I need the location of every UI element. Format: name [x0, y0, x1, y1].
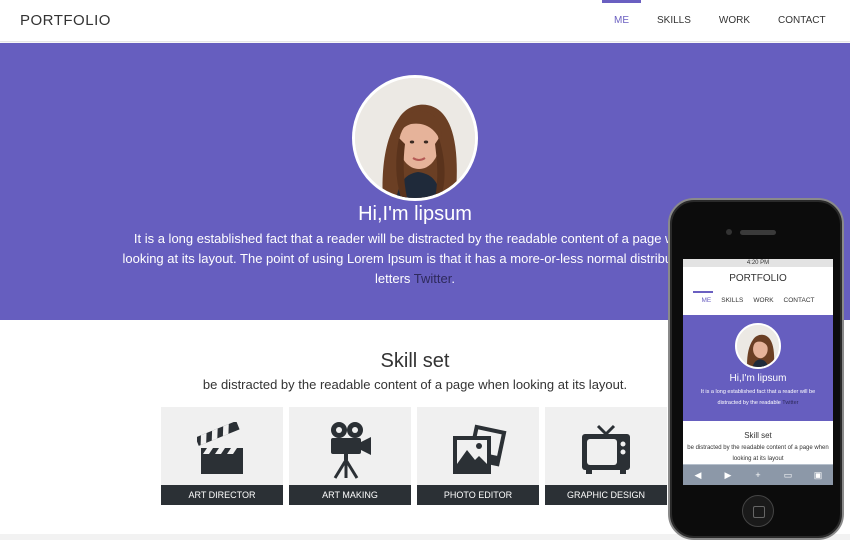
twitter-link[interactable]: Twitter [414, 271, 452, 286]
clapperboard-icon [161, 415, 283, 485]
mobile-nav-contact[interactable]: CONTACT [779, 297, 820, 304]
mobile-header: PORTFOLIO ME SKILLS WORK CONTACT [683, 267, 833, 315]
tile-caption: GRAPHIC DESIGN [545, 485, 667, 505]
mobile-skill-title: Skill set [744, 431, 772, 440]
nav-item-work[interactable]: WORK [705, 0, 764, 42]
tile-caption: ART DIRECTOR [161, 485, 283, 505]
back-icon[interactable]: ◀ [689, 470, 707, 481]
home-button[interactable] [742, 495, 774, 527]
mobile-hero-intro: It is a long established fact that a rea… [689, 387, 827, 409]
photos-icon [417, 415, 539, 485]
status-bar-time: 4:20 PM [683, 259, 833, 267]
bookmarks-icon[interactable]: ▭ [779, 470, 797, 481]
mobile-nav-me[interactable]: ME [697, 297, 717, 304]
mobile-twitter-link[interactable]: Twitter [782, 400, 798, 406]
mobile-hero-title: Hi,I'm lipsum [729, 373, 787, 384]
mobile-profile-photo [735, 323, 781, 369]
phone-mockup: 4:20 PM PORTFOLIO ME SKILLS WORK CONTACT [668, 198, 844, 540]
mobile-active-indicator [693, 291, 713, 293]
nav-item-skills[interactable]: SKILLS [643, 0, 705, 42]
mobile-hero: Hi,I'm lipsum It is a long established f… [683, 315, 833, 421]
mobile-skill-subtitle: be distracted by the readable content of… [687, 445, 829, 462]
skill-tile-art-director[interactable]: ART DIRECTOR [161, 407, 283, 505]
hero-text-end: . [451, 271, 455, 286]
nav-item-contact[interactable]: CONTACT [764, 0, 840, 42]
skill-tile-graphic-design[interactable]: GRAPHIC DESIGN [545, 407, 667, 505]
tile-caption: PHOTO EDITOR [417, 485, 539, 505]
speaker-icon [740, 230, 776, 235]
skill-tile-art-making[interactable]: ART MAKING [289, 407, 411, 505]
nav-item-me[interactable]: ME [600, 0, 643, 42]
television-icon [545, 415, 667, 485]
mobile-logo[interactable]: PORTFOLIO [683, 273, 833, 284]
tile-caption: ART MAKING [289, 485, 411, 505]
mobile-nav-work[interactable]: WORK [748, 297, 778, 304]
tabs-icon[interactable]: ▣ [809, 470, 827, 481]
skill-tiles: ART DIRECTOR ART MAKING PHOTO EDITOR GRA… [161, 407, 673, 505]
hero-intro: It is a long established fact that a rea… [120, 229, 710, 289]
profile-photo [352, 75, 478, 201]
browser-toolbar: ◀ ▶ + ▭ ▣ [683, 464, 833, 485]
film-camera-icon [289, 415, 411, 485]
skill-tile-photo-editor[interactable]: PHOTO EDITOR [417, 407, 539, 505]
site-header: PORTFOLIO ME SKILLS WORK CONTACT [0, 0, 850, 42]
main-nav: ME SKILLS WORK CONTACT [600, 0, 840, 42]
camera-icon [726, 229, 732, 235]
site-logo[interactable]: PORTFOLIO [20, 12, 111, 29]
mobile-nav: ME SKILLS WORK CONTACT [683, 297, 833, 304]
phone-screen: 4:20 PM PORTFOLIO ME SKILLS WORK CONTACT [683, 259, 833, 485]
forward-icon[interactable]: ▶ [719, 470, 737, 481]
mobile-nav-skills[interactable]: SKILLS [716, 297, 748, 304]
add-icon[interactable]: + [749, 470, 767, 480]
